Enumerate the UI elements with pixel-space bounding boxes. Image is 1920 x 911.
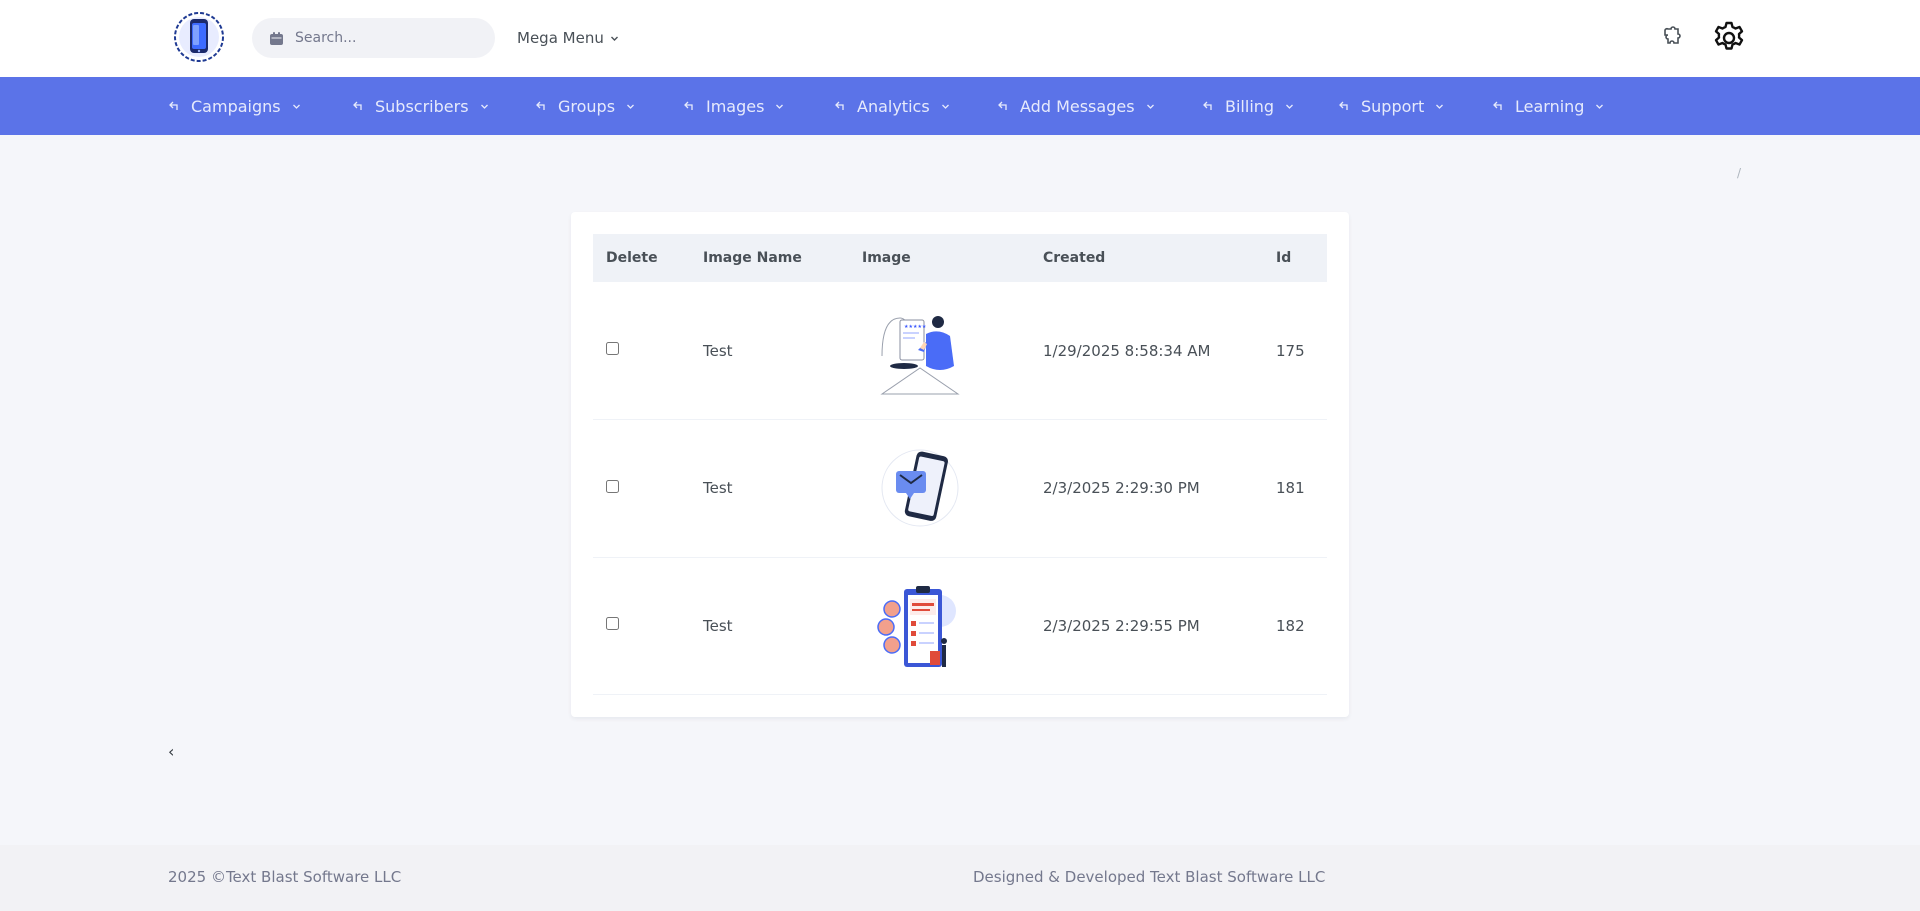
delete-cell xyxy=(593,282,690,420)
delete-cell xyxy=(593,557,690,695)
chevron-down-icon xyxy=(941,102,950,111)
return-arrow-icon xyxy=(835,101,846,111)
nav-item-learning[interactable]: Learning xyxy=(1493,77,1604,135)
footer-copyright: 2025 ©Text Blast Software LLC xyxy=(168,868,402,886)
svg-text:★★★★★: ★★★★★ xyxy=(904,324,927,330)
puzzle-icon[interactable] xyxy=(1659,24,1685,50)
return-arrow-icon xyxy=(1203,101,1214,111)
chevron-down-icon xyxy=(1146,102,1155,111)
nav-item-images[interactable]: Images xyxy=(684,77,784,135)
nav-item-support[interactable]: Support xyxy=(1339,77,1444,135)
search-box[interactable] xyxy=(252,18,495,58)
image-name-cell: Test xyxy=(703,616,733,635)
table-header-row: Delete Image Name Image Created Id xyxy=(593,234,1327,282)
app-logo-icon[interactable] xyxy=(173,11,225,63)
return-arrow-icon xyxy=(169,101,180,111)
delete-checkbox[interactable] xyxy=(606,479,619,493)
nav-item-add-messages[interactable]: Add Messages xyxy=(998,77,1155,135)
nav-label: Support xyxy=(1361,96,1425,116)
chevron-down-icon xyxy=(1595,102,1604,111)
phone-message-illustration-icon xyxy=(870,443,970,533)
column-header-image: Image xyxy=(862,250,911,266)
table-row: Test xyxy=(593,557,1327,695)
table-row: Test xyxy=(593,420,1327,558)
image-cell xyxy=(849,420,1030,558)
column-header-created: Created xyxy=(1043,250,1106,266)
delete-checkbox[interactable] xyxy=(606,342,619,355)
nav-label: Campaigns xyxy=(191,96,281,116)
footer-credit: Designed & Developed Text Blast Software… xyxy=(973,868,1326,886)
nav-item-billing[interactable]: Billing xyxy=(1203,77,1294,135)
nav-item-campaigns[interactable]: Campaigns xyxy=(169,77,301,135)
nav-label: Images xyxy=(706,96,765,116)
chevron-down-icon xyxy=(626,102,635,111)
chevron-down-icon xyxy=(775,102,784,111)
chevron-down-icon xyxy=(610,34,619,43)
calendar-icon xyxy=(269,31,284,46)
nav-item-subscribers[interactable]: Subscribers xyxy=(353,77,489,135)
chevron-down-icon xyxy=(480,102,489,111)
id-cell: 182 xyxy=(1276,616,1305,635)
images-table-card: Delete Image Name Image Created Id Test xyxy=(571,212,1349,717)
return-arrow-icon xyxy=(1339,101,1350,111)
search-input[interactable] xyxy=(295,30,475,46)
image-cell xyxy=(849,557,1030,695)
person-reviews-illustration-icon: ★★★★★ xyxy=(870,306,970,396)
nav-item-groups[interactable]: Groups xyxy=(536,77,635,135)
nav-item-analytics[interactable]: Analytics xyxy=(835,77,950,135)
return-arrow-icon xyxy=(1493,101,1504,111)
id-cell: 181 xyxy=(1276,479,1305,498)
chevron-down-icon xyxy=(1285,102,1294,111)
pagination-previous-button[interactable]: ‹ xyxy=(168,742,174,761)
nav-label: Learning xyxy=(1515,96,1585,116)
images-table: Delete Image Name Image Created Id Test xyxy=(593,234,1327,695)
table-row: Test ★★★★★ 1/29/2025 8:58:34 AM 175 xyxy=(593,282,1327,420)
image-name-cell: Test xyxy=(703,341,733,360)
delete-cell xyxy=(593,420,690,558)
return-arrow-icon xyxy=(684,101,695,111)
column-header-image-name: Image Name xyxy=(703,250,802,266)
column-header-id: Id xyxy=(1276,250,1292,266)
event-clipboard-illustration-icon xyxy=(870,581,970,671)
breadcrumb: / xyxy=(1737,166,1742,180)
nav-label: Groups xyxy=(558,96,616,116)
created-cell: 2/3/2025 2:29:55 PM xyxy=(1043,616,1200,635)
nav-label: Subscribers xyxy=(375,96,469,116)
main-navbar: Campaigns Subscribers Groups Images Anal… xyxy=(0,77,1920,135)
settings-gear-icon[interactable] xyxy=(1711,18,1747,58)
nav-label: Analytics xyxy=(857,96,930,116)
nav-label: Add Messages xyxy=(1020,96,1135,116)
delete-checkbox[interactable] xyxy=(606,617,619,631)
image-name-cell: Test xyxy=(703,479,733,498)
chevron-down-icon xyxy=(292,102,301,111)
column-header-delete: Delete xyxy=(606,250,658,266)
return-arrow-icon xyxy=(353,101,364,111)
created-cell: 1/29/2025 8:58:34 AM xyxy=(1043,341,1211,360)
nav-label: Billing xyxy=(1225,96,1275,116)
top-header: Mega Menu xyxy=(0,0,1920,77)
mega-menu-dropdown[interactable]: Mega Menu xyxy=(517,28,619,48)
chevron-down-icon xyxy=(1435,102,1444,111)
return-arrow-icon xyxy=(536,101,547,111)
return-arrow-icon xyxy=(998,101,1009,111)
created-cell: 2/3/2025 2:29:30 PM xyxy=(1043,479,1200,498)
mega-menu-label: Mega Menu xyxy=(517,29,604,47)
footer: 2025 ©Text Blast Software LLC Designed &… xyxy=(0,845,1920,911)
id-cell: 175 xyxy=(1276,341,1305,360)
image-cell: ★★★★★ xyxy=(849,282,1030,420)
